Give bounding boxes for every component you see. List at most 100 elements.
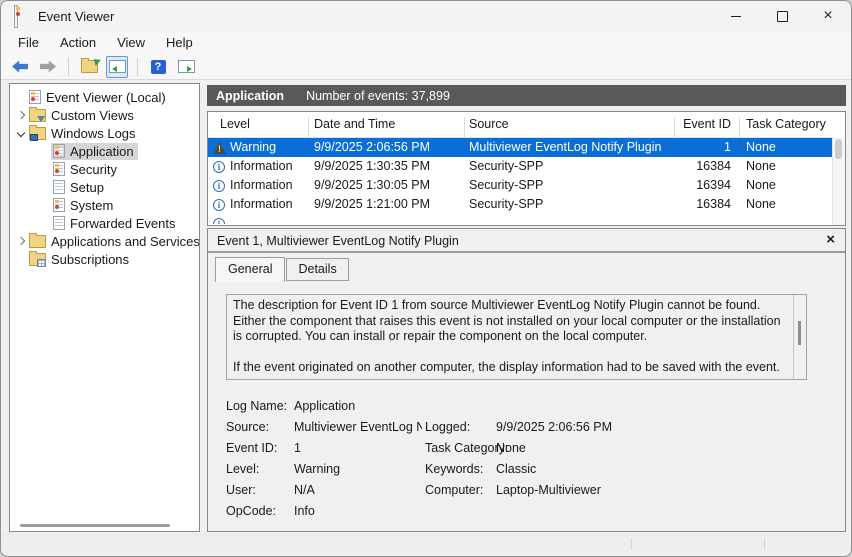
property-value: Info xyxy=(294,504,315,518)
property-row: Event ID: 1 Task Category: None xyxy=(226,439,826,460)
event-description-paragraph: The description for Event ID 1 from sour… xyxy=(233,298,781,343)
column-header-level[interactable]: Level xyxy=(220,117,250,131)
event-properties: Log Name: Application Source: Multiviewe… xyxy=(226,397,826,523)
menu-view[interactable]: View xyxy=(112,33,150,52)
maximize-button[interactable] xyxy=(759,1,805,31)
information-icon: i xyxy=(213,180,225,192)
tab-general[interactable]: General xyxy=(215,257,286,282)
chevron-right-icon[interactable] xyxy=(15,110,27,120)
column-header-task-category[interactable]: Task Category xyxy=(746,117,826,131)
property-value: 1 xyxy=(294,441,301,455)
property-label: Event ID: xyxy=(226,441,278,455)
level-cell: Information xyxy=(230,197,293,211)
tree-item-windows-logs[interactable]: Windows Logs xyxy=(10,124,199,142)
statusbar xyxy=(1,534,851,554)
statusbar-divider xyxy=(631,538,632,550)
tree-item-system[interactable]: System xyxy=(10,196,199,214)
toolbar: ? xyxy=(1,54,851,80)
tree-item-applications-and-services-logs[interactable]: Applications and Services Lo xyxy=(10,232,199,250)
tree-item-security[interactable]: Security xyxy=(10,160,199,178)
tree-horizontal-scrollbar[interactable] xyxy=(20,524,170,527)
tree-item-label: Applications and Services Lo xyxy=(51,233,200,249)
event-row-partial[interactable]: i xyxy=(208,214,845,224)
event-row[interactable]: i Information 9/9/2025 1:30:35 PM Securi… xyxy=(208,157,845,176)
source-cell: Security-SPP xyxy=(469,159,544,173)
tree-item-event-viewer-local[interactable]: Event Viewer (Local) xyxy=(10,88,199,106)
details-divider xyxy=(208,251,845,253)
scrollbar-thumb[interactable] xyxy=(835,139,842,159)
minimize-icon xyxy=(731,15,741,17)
property-row: OpCode: Info xyxy=(226,502,826,523)
forward-button[interactable] xyxy=(37,56,59,78)
tree-item-label: Setup xyxy=(70,179,104,195)
level-cell: Warning xyxy=(230,140,277,154)
level-cell: Information xyxy=(230,159,293,173)
chevron-right-icon[interactable] xyxy=(15,236,27,246)
log-icon xyxy=(53,162,65,176)
property-row: Log Name: Application xyxy=(226,397,826,418)
show-action-pane-button[interactable] xyxy=(175,56,197,78)
event-row[interactable]: i Information 9/9/2025 1:30:05 PM Securi… xyxy=(208,176,845,195)
tree-item-label: Custom Views xyxy=(51,107,134,123)
source-cell: Security-SPP xyxy=(469,197,544,211)
column-header-event-id[interactable]: Event ID xyxy=(674,117,731,131)
property-value: 9/9/2025 2:06:56 PM xyxy=(496,420,613,434)
property-value: Laptop-Multiviewer xyxy=(496,483,601,497)
event-list: Level Date and Time Source Event ID Task… xyxy=(207,111,846,226)
forward-icon xyxy=(40,60,56,73)
tree-item-label: Event Viewer (Local) xyxy=(46,89,166,105)
tree-item-application[interactable]: Application xyxy=(10,142,199,160)
help-button[interactable]: ? xyxy=(147,56,169,78)
help-icon: ? xyxy=(150,59,166,74)
column-header-source[interactable]: Source xyxy=(469,117,509,131)
folder-monitor-icon xyxy=(29,124,46,141)
information-icon: i xyxy=(213,199,225,211)
details-tabs: General Details xyxy=(215,257,349,282)
menu-action[interactable]: Action xyxy=(55,33,101,52)
event-id-cell: 1 xyxy=(724,140,731,154)
datetime-cell: 9/9/2025 2:06:56 PM xyxy=(314,140,431,154)
task-category-cell: None xyxy=(746,178,776,192)
property-value: None xyxy=(496,441,526,455)
menu-file[interactable]: File xyxy=(13,33,44,52)
tree-item-label: Subscriptions xyxy=(51,251,130,267)
property-row: Source: Multiviewer EventLog Notify Logg… xyxy=(226,418,826,439)
level-cell: Information xyxy=(230,178,293,192)
event-id-cell: 16384 xyxy=(696,197,731,211)
tree-item-label: Forwarded Events xyxy=(70,215,176,231)
event-row-selected[interactable]: ! Warning 9/9/2025 2:06:56 PM Multiviewe… xyxy=(208,138,845,157)
scrollbar-thumb[interactable] xyxy=(798,321,801,345)
column-header-date[interactable]: Date and Time xyxy=(314,117,395,131)
minimize-button[interactable] xyxy=(713,1,759,31)
back-icon xyxy=(12,60,28,73)
property-label: Keywords: xyxy=(425,462,484,476)
open-saved-log-button[interactable] xyxy=(78,56,101,78)
tree-item-subscriptions[interactable]: Subscriptions xyxy=(10,250,199,268)
close-details-icon[interactable]: × xyxy=(826,231,835,248)
tree-item-setup[interactable]: Setup xyxy=(10,178,199,196)
back-button[interactable] xyxy=(9,56,31,78)
show-console-tree-button[interactable] xyxy=(106,55,128,78)
close-button[interactable]: × xyxy=(805,1,851,31)
show-console-tree-icon xyxy=(108,60,126,73)
description-scrollbar[interactable] xyxy=(793,295,806,379)
event-list-scrollbar[interactable] xyxy=(832,137,845,225)
close-icon: × xyxy=(823,7,833,24)
page-icon xyxy=(53,216,65,230)
property-label: Computer: xyxy=(425,483,484,497)
tab-details[interactable]: Details xyxy=(286,258,349,281)
folder-table-icon xyxy=(29,250,46,267)
property-label: Logged: xyxy=(425,420,471,434)
show-action-pane-icon xyxy=(177,60,195,73)
task-category-cell: None xyxy=(746,159,776,173)
event-row[interactable]: i Information 9/9/2025 1:21:00 PM Securi… xyxy=(208,195,845,214)
tree-item-custom-views[interactable]: Custom Views xyxy=(10,106,199,124)
datetime-cell: 9/9/2025 1:21:00 PM xyxy=(314,197,431,211)
tree-item-forwarded-events[interactable]: Forwarded Events xyxy=(10,214,199,232)
menu-help[interactable]: Help xyxy=(161,33,198,52)
datetime-cell: 9/9/2025 1:30:35 PM xyxy=(314,159,431,173)
tree-item-label: Application xyxy=(70,143,134,159)
event-viewer-icon xyxy=(29,90,41,104)
log-header-bar: Application Number of events: 37,899 xyxy=(207,85,846,106)
chevron-down-icon[interactable] xyxy=(15,128,27,138)
